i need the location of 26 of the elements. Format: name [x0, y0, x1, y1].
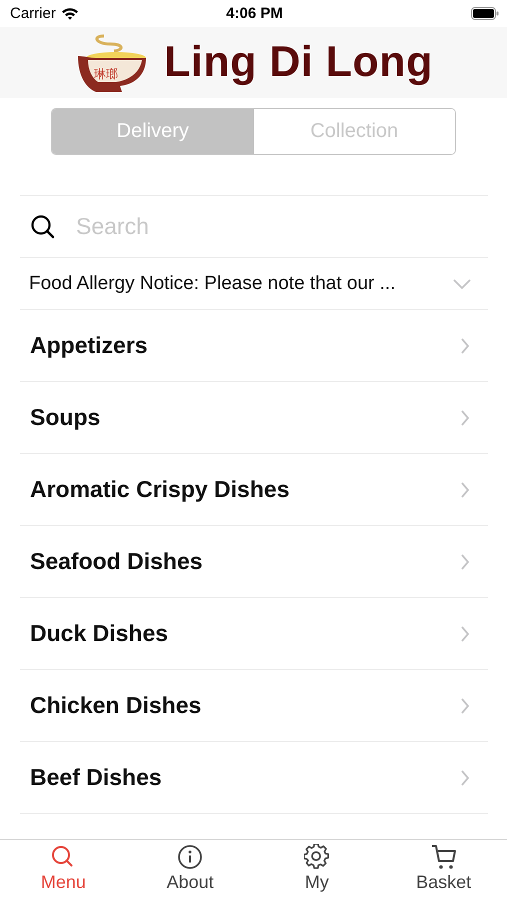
- battery-icon: [470, 7, 499, 20]
- allergy-notice: Food Allergy Notice: Please note that our ...: [29, 272, 396, 294]
- brand-title: Ling Di Long: [164, 38, 433, 87]
- chevron-right-icon: [460, 480, 470, 498]
- info-icon: [177, 844, 204, 870]
- category-row[interactable]: Seafood Dishes: [20, 525, 488, 597]
- chevron-right-icon: [460, 696, 470, 714]
- chevron-right-icon: [460, 768, 470, 786]
- chevron-right-icon: [460, 408, 470, 426]
- chevron-icon[interactable]: [452, 278, 472, 290]
- chevron-right-icon: [460, 552, 470, 570]
- category-row[interactable]: Beef Dishes: [20, 741, 488, 813]
- chevron-right-icon: [460, 624, 470, 642]
- category-row[interactable]: Aromatic Crispy Dishes: [20, 453, 488, 525]
- category-row[interactable]: Soups: [20, 381, 488, 453]
- status-time: 4:06 PM: [226, 5, 283, 22]
- wifi-icon: [60, 7, 79, 20]
- settings-icon: [304, 844, 330, 870]
- carrier-label: Carrier: [10, 5, 56, 22]
- category-row[interactable]: Duck Dishes: [20, 597, 488, 669]
- chevron-right-icon: [460, 336, 470, 354]
- search-icon: [30, 214, 56, 240]
- category-row[interactable]: Chicken Dishes: [20, 669, 488, 741]
- category-row[interactable]: Appetizers: [20, 309, 488, 381]
- logo-characters: 琳瑯: [94, 68, 118, 80]
- cart-icon: [430, 844, 457, 870]
